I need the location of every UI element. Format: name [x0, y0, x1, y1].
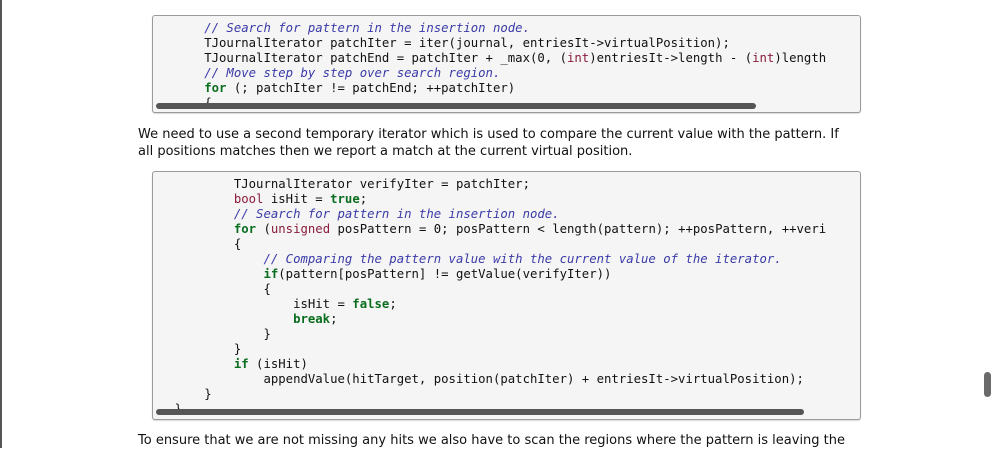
- code-token: break: [152, 312, 331, 326]
- code-line: // Move step by step over search region.: [152, 66, 826, 81]
- code-token: (pattern[posPattern] != getValue(verifyI…: [278, 267, 612, 281]
- code-line: if(pattern[posPattern] != getValue(verif…: [152, 267, 826, 282]
- code-line: TJournalIterator verifyIter = patchIter;: [152, 177, 826, 192]
- page-scrollbar-thumb[interactable]: [984, 372, 991, 397]
- paragraph-2-line-1: To ensure that we are not missing any hi…: [138, 433, 846, 448]
- code-token: // Move step by step over search region.: [152, 66, 501, 80]
- code-line: // Search for pattern in the insertion n…: [152, 207, 826, 222]
- code-token: for: [152, 81, 227, 95]
- code-token: if: [152, 267, 279, 281]
- code-block-1-text: // Search for pattern in the insertion n…: [152, 21, 827, 111]
- code-token: ;: [389, 297, 397, 311]
- code-token: TJournalIterator patchIter = iter(journa…: [152, 36, 730, 50]
- code-token: // Search for pattern in the insertion n…: [152, 207, 560, 221]
- code-token: posPattern = 0; posPattern < length(patt…: [330, 222, 827, 236]
- code-line: TJournalIterator patchEnd = patchIter + …: [152, 51, 827, 66]
- code-line: break;: [152, 312, 826, 327]
- code-block-2[interactable]: TJournalIterator verifyIter = patchIter;…: [152, 171, 861, 420]
- code-token: (: [256, 222, 271, 236]
- code-line: for (unsigned posPattern = 0; posPattern…: [152, 222, 827, 237]
- paragraph-1-line-2: all positions matches then we report a m…: [138, 144, 633, 159]
- code-token: }: [152, 327, 271, 341]
- code-block-1[interactable]: // Search for pattern in the insertion n…: [152, 15, 861, 113]
- code-token: }: [152, 342, 242, 356]
- code-line: }: [152, 327, 826, 342]
- code-block-2-scrollbar[interactable]: [156, 409, 804, 415]
- code-line: TJournalIterator patchIter = iter(journa…: [152, 36, 826, 51]
- code-token: TJournalIterator patchEnd = patchIter + …: [152, 51, 567, 65]
- code-token: for: [152, 222, 257, 236]
- code-line: for (; patchIter != patchEnd; ++patchIte…: [152, 81, 826, 96]
- code-token: bool: [152, 192, 264, 206]
- code-line: {: [152, 237, 826, 252]
- page-scrollbar[interactable]: [984, 0, 991, 448]
- code-token: int: [567, 51, 590, 65]
- code-line: }: [153, 387, 826, 402]
- code-token: isHit =: [152, 297, 353, 311]
- code-token: unsigned: [270, 222, 331, 236]
- code-token: {: [152, 237, 242, 251]
- code-token: appendValue(hitTarget, position(patchIte…: [152, 372, 804, 386]
- code-token: )entriesIt->length - (: [589, 51, 753, 65]
- code-token: int: [752, 51, 775, 65]
- code-token: if: [152, 357, 249, 371]
- code-line: // Comparing the pattern value with the …: [152, 252, 826, 267]
- paragraph-1-line-1: We need to use a second temporary iterat…: [138, 127, 839, 142]
- code-token: )length: [774, 51, 827, 65]
- code-token: (isHit): [248, 357, 308, 371]
- code-block-1-scrollbar[interactable]: [156, 103, 756, 109]
- paragraph-2: To ensure that we are not missing any hi…: [138, 432, 868, 449]
- code-token: // Comparing the pattern value with the …: [152, 252, 782, 266]
- code-token: true: [330, 192, 360, 206]
- code-line: isHit = false;: [152, 297, 826, 312]
- code-token: (; patchIter != patchEnd; ++patchIter): [226, 81, 516, 95]
- code-line: if (isHit): [152, 357, 826, 372]
- code-token: {: [152, 282, 271, 296]
- page-edge: [0, 0, 2, 448]
- code-token: ;: [359, 192, 368, 206]
- code-line: {: [152, 282, 826, 297]
- code-token: isHit =: [263, 192, 331, 206]
- code-token: false: [352, 297, 390, 311]
- code-token: TJournalIterator verifyIter = patchIter;: [152, 177, 530, 191]
- code-block-2-text: TJournalIterator verifyIter = patchIter;…: [152, 177, 827, 417]
- code-token: ;: [330, 312, 338, 326]
- code-token: }: [204, 387, 212, 401]
- code-line: }: [152, 342, 826, 357]
- code-line: bool isHit = true;: [152, 192, 826, 207]
- code-line: appendValue(hitTarget, position(patchIte…: [152, 372, 826, 387]
- paragraph-1: We need to use a second temporary iterat…: [138, 126, 868, 160]
- code-line: // Search for pattern in the insertion n…: [152, 21, 826, 36]
- code-token: // Search for pattern in the insertion n…: [152, 21, 530, 35]
